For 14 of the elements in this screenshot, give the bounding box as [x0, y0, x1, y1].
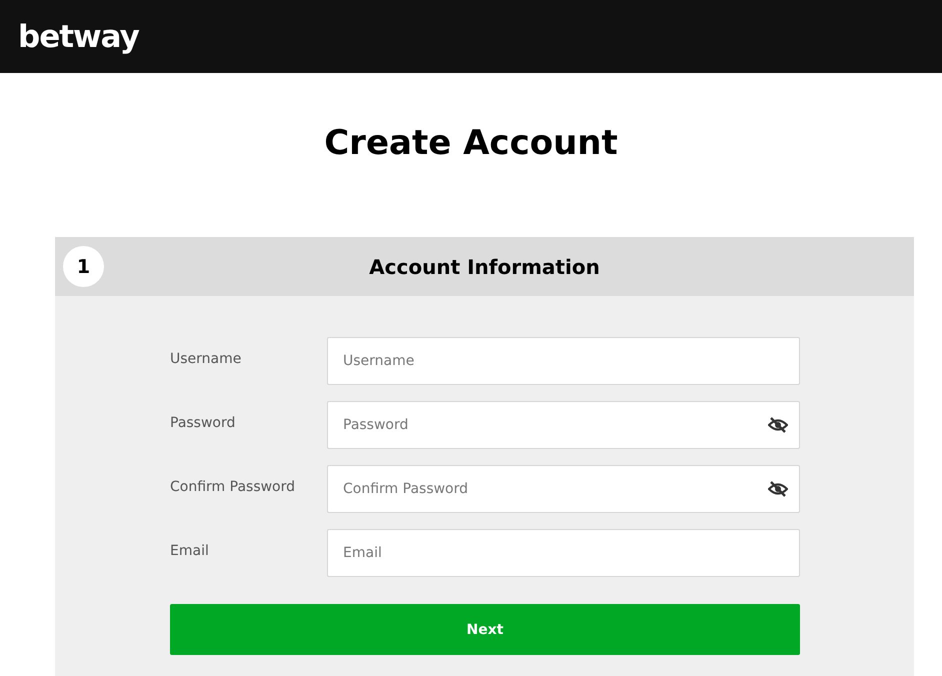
logo[interactable]: betway [18, 18, 139, 54]
section-title: Account Information [369, 254, 600, 278]
page-title: Create Account [323, 122, 619, 165]
field-label: Email [170, 543, 210, 559]
input-field[interactable]: Password [327, 401, 800, 449]
field-label: Username [170, 351, 242, 367]
input-field[interactable]: Email [327, 529, 800, 577]
hidden-eye-icon[interactable] [768, 417, 788, 433]
step-number: 1 [63, 246, 104, 287]
input-field[interactable]: Confirm Password [327, 465, 800, 513]
hidden-eye-icon[interactable] [768, 481, 788, 497]
field-label: Confirm Password [170, 479, 296, 495]
input-field[interactable]: Username [327, 337, 800, 385]
field-label: Password [170, 415, 236, 431]
